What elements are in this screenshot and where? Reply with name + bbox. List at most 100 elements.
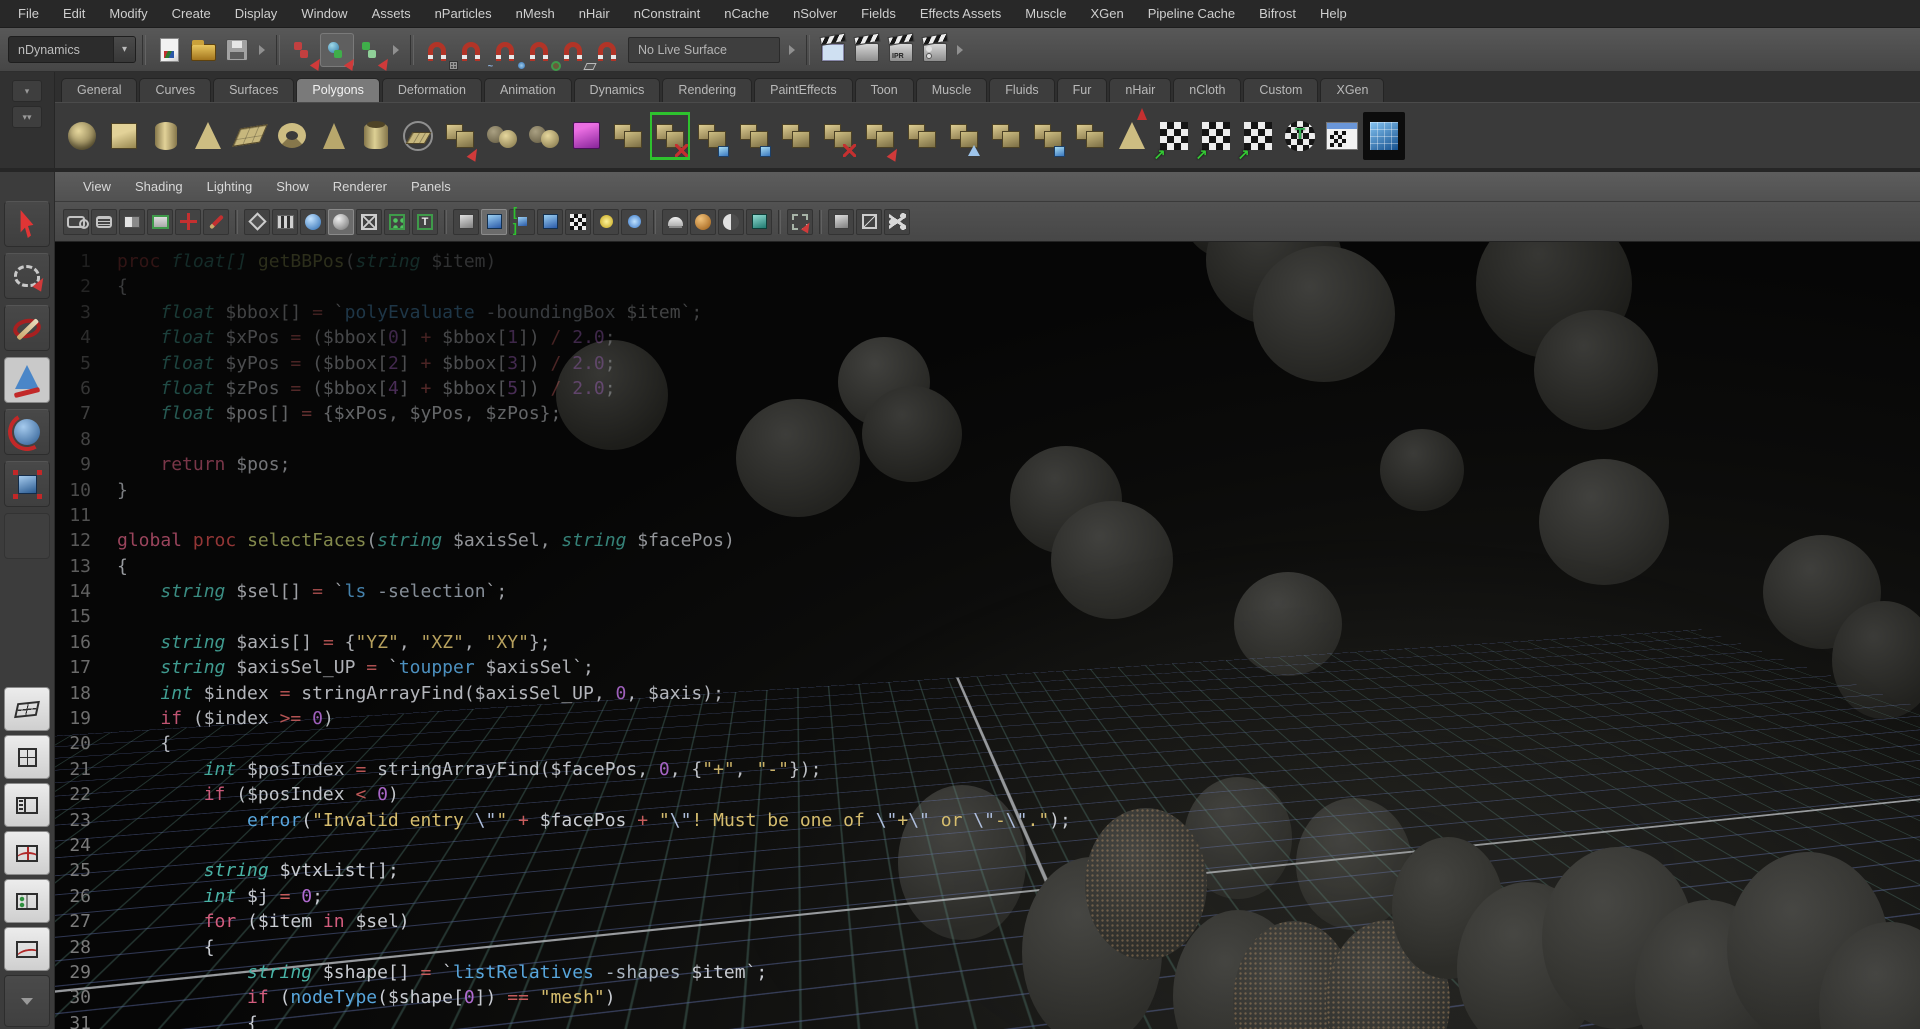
render-current-frame-icon[interactable] xyxy=(850,33,884,67)
poly-torus-icon[interactable] xyxy=(271,112,313,160)
shelf-tab-nhair[interactable]: nHair xyxy=(1109,78,1171,102)
layout-single-perspective[interactable] xyxy=(4,687,50,731)
move-tool[interactable] xyxy=(4,357,50,403)
panel-menu-lighting[interactable]: Lighting xyxy=(195,179,265,194)
hardware-texturing-icon[interactable] xyxy=(565,209,591,235)
menu-file[interactable]: File xyxy=(6,0,51,28)
menu-pipeline-cache[interactable]: Pipeline Cache xyxy=(1136,0,1247,28)
menu-xgen[interactable]: XGen xyxy=(1078,0,1135,28)
menu-ncache[interactable]: nCache xyxy=(712,0,781,28)
uv-editor-icon[interactable] xyxy=(1321,112,1363,160)
snap-to-points-icon[interactable] xyxy=(488,33,522,67)
layout-hypershade-perspective[interactable] xyxy=(4,879,50,923)
menu-window[interactable]: Window xyxy=(289,0,359,28)
shelf-tab-xgen[interactable]: XGen xyxy=(1320,78,1384,102)
select-component-icon[interactable] xyxy=(354,33,388,67)
light-yellow-icon[interactable] xyxy=(593,209,619,235)
separate-icon[interactable] xyxy=(439,112,481,160)
group-collapse-icon[interactable] xyxy=(393,45,399,55)
menu-help[interactable]: Help xyxy=(1308,0,1359,28)
bevel-icon[interactable] xyxy=(943,112,985,160)
quadrangulate-icon[interactable] xyxy=(1027,112,1069,160)
shelf-tab-ncloth[interactable]: nCloth xyxy=(1173,78,1241,102)
menu-assets[interactable]: Assets xyxy=(360,0,423,28)
menu-fields[interactable]: Fields xyxy=(849,0,908,28)
new-scene-icon[interactable] xyxy=(152,33,186,67)
snap-to-view-planes-icon[interactable] xyxy=(556,33,590,67)
merge-vertices-icon[interactable] xyxy=(817,112,859,160)
backface-culling-icon[interactable] xyxy=(746,209,772,235)
shelf-tab-rendering[interactable]: Rendering xyxy=(662,78,752,102)
points-display-icon[interactable] xyxy=(272,209,298,235)
planar-mapping-icon[interactable]: ↗ xyxy=(1153,112,1195,160)
make-object-live-icon[interactable] xyxy=(590,33,624,67)
poly-plane-icon[interactable] xyxy=(229,112,271,160)
pan-zoom-icon[interactable] xyxy=(175,209,201,235)
group-collapse-icon[interactable] xyxy=(259,45,265,55)
layout-four-view[interactable] xyxy=(4,735,50,779)
scene-cube-icon[interactable] xyxy=(828,209,854,235)
bounding-box-icon[interactable] xyxy=(356,209,382,235)
scale-tool[interactable] xyxy=(4,461,50,507)
append-polygon-icon[interactable] xyxy=(901,112,943,160)
panel-menu-renderer[interactable]: Renderer xyxy=(321,179,399,194)
open-render-view-icon[interactable] xyxy=(816,33,850,67)
cylindrical-mapping-icon[interactable]: ↗ xyxy=(1195,112,1237,160)
layout-outliner-perspective[interactable] xyxy=(4,783,50,827)
shelf-tab-custom[interactable]: Custom xyxy=(1243,78,1318,102)
spherical-mapping-icon[interactable]: ↗ xyxy=(1237,112,1279,160)
group-collapse-icon[interactable] xyxy=(957,45,963,55)
image-plane-icon[interactable] xyxy=(147,209,173,235)
voxel-cube-icon[interactable] xyxy=(1363,112,1405,160)
boolean-difference-icon[interactable] xyxy=(523,112,565,160)
cube-outline-icon[interactable] xyxy=(856,209,882,235)
select-camera-icon[interactable] xyxy=(63,209,89,235)
shelf-tab-painteffects[interactable]: PaintEffects xyxy=(754,78,852,102)
snap-to-grids-icon[interactable] xyxy=(420,33,454,67)
sculpt-tool-icon[interactable] xyxy=(1111,112,1153,160)
menu-bifrost[interactable]: Bifrost xyxy=(1247,0,1308,28)
open-scene-icon[interactable] xyxy=(186,33,220,67)
save-scene-icon[interactable] xyxy=(220,33,254,67)
material-view-icon[interactable] xyxy=(690,209,716,235)
rotate-tool[interactable] xyxy=(4,409,50,455)
booleans-icon[interactable] xyxy=(565,112,607,160)
smooth-shade-icon[interactable] xyxy=(300,209,326,235)
panel-menu-show[interactable]: Show xyxy=(264,179,321,194)
grease-pencil-icon[interactable] xyxy=(203,209,229,235)
default-material-icon[interactable] xyxy=(384,209,410,235)
smooth-icon[interactable] xyxy=(607,112,649,160)
shelf-tab-curves[interactable]: Curves xyxy=(139,78,211,102)
poly-platonic-icon[interactable] xyxy=(397,112,439,160)
use-default-lighting-icon[interactable]: [ ] xyxy=(509,209,535,235)
wireframe-display-icon[interactable] xyxy=(244,209,270,235)
live-surface-field[interactable]: No Live Surface xyxy=(628,37,780,63)
poly-cube-icon[interactable] xyxy=(103,112,145,160)
panel-menu-panels[interactable]: Panels xyxy=(399,179,463,194)
shelf-tab-toon[interactable]: Toon xyxy=(855,78,914,102)
triangulate-icon[interactable] xyxy=(985,112,1027,160)
render-settings-icon[interactable] xyxy=(918,33,952,67)
menu-display[interactable]: Display xyxy=(223,0,290,28)
shelf-tab-polygons[interactable]: Polygons xyxy=(296,78,379,102)
shelf-tab-general[interactable]: General xyxy=(61,78,137,102)
ipr-render-icon[interactable]: IPR xyxy=(884,33,918,67)
lighting-active-icon[interactable] xyxy=(481,209,507,235)
shelf-tab-muscle[interactable]: Muscle xyxy=(916,78,988,102)
menu-set-selector[interactable]: nDynamics ▾ xyxy=(8,36,136,63)
menu-nconstraint[interactable]: nConstraint xyxy=(622,0,712,28)
menu-effects-assets[interactable]: Effects Assets xyxy=(908,0,1013,28)
select-object-icon[interactable] xyxy=(320,33,354,67)
extrude-icon[interactable] xyxy=(775,112,817,160)
poly-sphere-icon[interactable] xyxy=(61,112,103,160)
last-tool-slot[interactable] xyxy=(4,513,50,559)
combine-icon[interactable] xyxy=(691,112,733,160)
viewport-3d[interactable]: 1proc float[] getBBPos(string $item)2{3 … xyxy=(55,242,1920,1029)
lasso-select-tool[interactable] xyxy=(4,253,50,299)
flat-shade-icon[interactable] xyxy=(328,209,354,235)
split-polygon-icon[interactable] xyxy=(859,112,901,160)
shelf-tab-animation[interactable]: Animation xyxy=(484,78,572,102)
shelf-tab-surfaces[interactable]: Surfaces xyxy=(213,78,294,102)
chevron-down-icon[interactable]: ▾ xyxy=(113,37,135,62)
poly-pyramid-icon[interactable] xyxy=(313,112,355,160)
